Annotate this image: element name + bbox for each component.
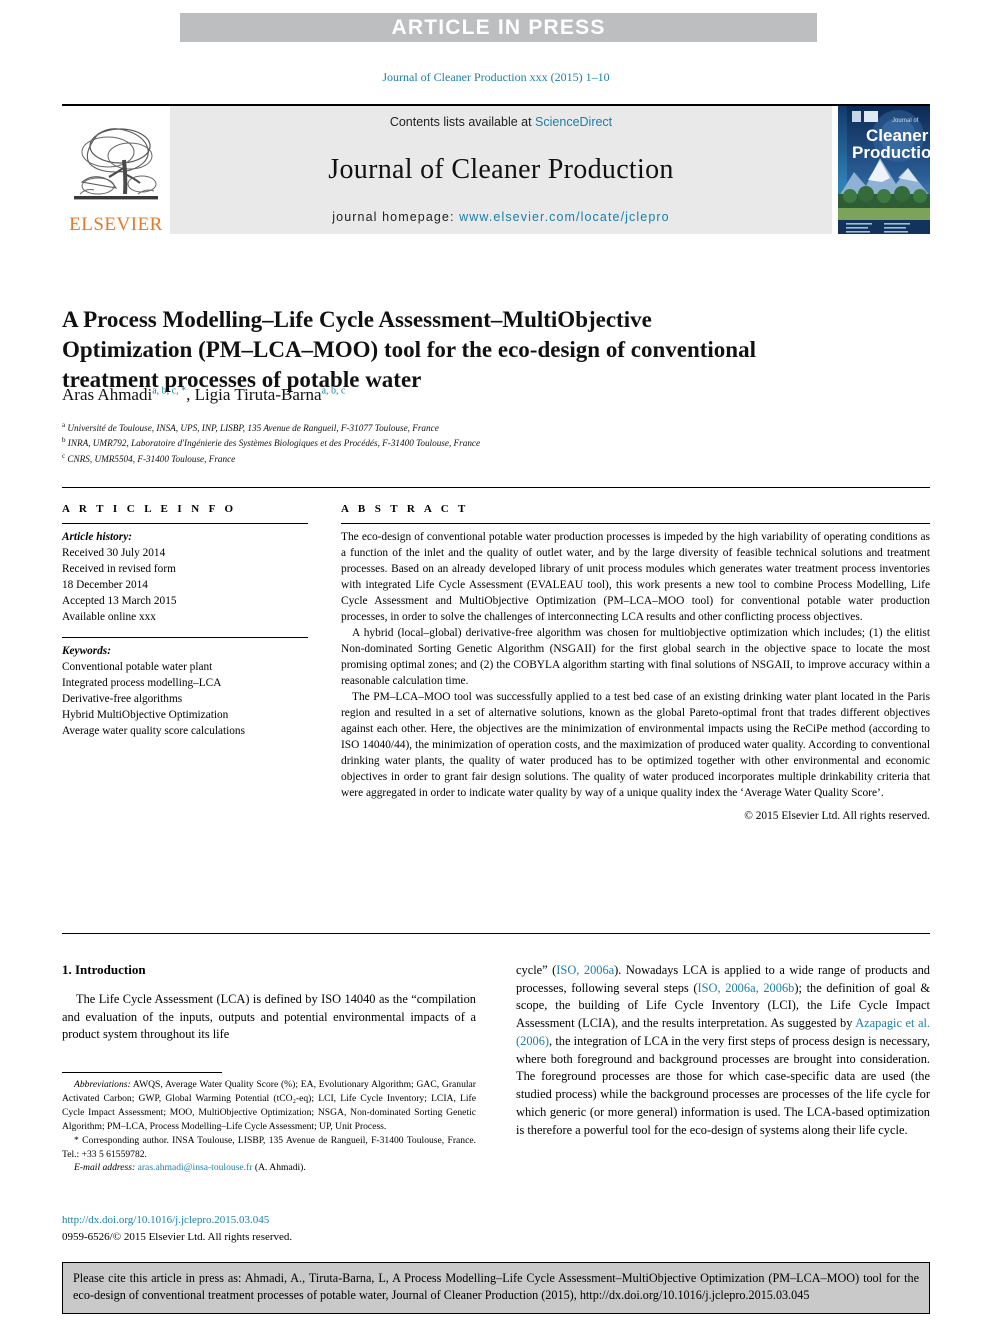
abstract-bottom-divider — [62, 933, 930, 934]
history-item: 18 December 2014 — [62, 579, 148, 592]
keyword-item: Derivative-free algorithms — [62, 693, 183, 706]
affiliation-marker-b: b — [62, 436, 66, 445]
affiliation-item: b INRA, UMR792, Laboratoire d'Ingénierie… — [62, 435, 762, 450]
page-title: A Process Modelling–Life Cycle Assessmen… — [62, 307, 756, 393]
keyword-item: Integrated process modelling–LCA — [62, 677, 222, 690]
citation-box: Please cite this article in press as: Ah… — [62, 1262, 930, 1314]
email-suffix: (A. Ahmadi). — [252, 1162, 306, 1174]
elsevier-wordmark: ELSEVIER — [69, 214, 163, 235]
email-footnote: E-mail address: aras.ahmadi@insa-toulous… — [62, 1161, 476, 1175]
abbreviations-footnote: Abbreviations: AWQS, Average Water Quali… — [62, 1078, 476, 1134]
elsevier-logo: ELSEVIER — [62, 106, 170, 234]
affiliation-text-c: CNRS, UMR5504, F-31400 Toulouse, France — [67, 453, 236, 464]
article-info-column: A R T I C L E I N F O Article history: R… — [62, 503, 308, 739]
keywords-label: Keywords: — [62, 645, 111, 658]
journal-title: Journal of Cleaner Production — [328, 153, 674, 185]
introduction-text-right: cycle” (ISO, 2006a). Nowadays LCA is app… — [516, 962, 930, 1139]
article-in-press-banner: ARTICLE IN PRESS — [180, 13, 817, 42]
intro-right-part4: , the integration of LCA in the very fir… — [516, 1033, 930, 1137]
affiliations-block: a Université de Toulouse, INSA, UPS, INP… — [62, 420, 762, 466]
issn-copyright-line: 0959-6526/© 2015 Elsevier Ltd. All right… — [62, 1230, 293, 1243]
introduction-text-left: The Life Cycle Assessment (LCA) is defin… — [62, 991, 476, 1044]
homepage-label: journal homepage: — [332, 210, 460, 224]
abstract-copyright: © 2015 Elsevier Ltd. All rights reserved… — [744, 810, 930, 823]
abstract-body: The eco-design of conventional potable w… — [341, 524, 930, 825]
abbreviations-label: Abbreviations: — [74, 1079, 131, 1090]
abstract-paragraph: The eco-design of conventional potable w… — [341, 531, 930, 623]
running-head: Journal of Cleaner Production xxx (2015)… — [382, 70, 610, 84]
body-column-right: cycle” (ISO, 2006a). Nowadays LCA is app… — [516, 962, 930, 1139]
email-link[interactable]: aras.ahmadi@insa-toulouse.fr — [138, 1162, 253, 1173]
homepage-url-link[interactable]: www.elsevier.com/locate/jclepro — [459, 210, 670, 224]
doi-link[interactable]: http://dx.doi.org/10.1016/j.jclepro.2015… — [62, 1212, 482, 1229]
svg-text:Journal of: Journal of — [892, 118, 919, 124]
abstract-paragraph: The PM–LCA–MOO tool was successfully app… — [341, 690, 930, 799]
intro-paragraph-left: The Life Cycle Assessment (LCA) is defin… — [62, 992, 476, 1042]
header-divider — [62, 487, 930, 488]
author-2-affiliation-markers[interactable]: a, b, c — [322, 385, 346, 396]
abstract-column: A B S T R A C T The eco-design of conven… — [341, 503, 930, 825]
svg-text:Production: Production — [852, 143, 930, 162]
email-label: E-mail address: — [74, 1162, 136, 1174]
keyword-item: Average water quality score calculations — [62, 725, 245, 738]
sciencedirect-link[interactable]: ScienceDirect — [535, 115, 612, 129]
journal-masthead: ELSEVIER Contents lists available at Sci… — [62, 104, 942, 236]
footnote-divider — [62, 1072, 222, 1073]
author-1-affiliation-markers[interactable]: a, b, c, * — [152, 385, 186, 396]
abstract-paragraph: A hybrid (local–global) derivative-free … — [341, 626, 930, 687]
author-name-2: Ligia Tiruta-Barna — [194, 385, 322, 404]
author-name-1: Aras Ahmadi — [62, 385, 153, 404]
history-item: Accepted 13 March 2015 — [62, 595, 177, 608]
doi-footer: http://dx.doi.org/10.1016/j.jclepro.2015… — [62, 1212, 482, 1245]
keyword-item: Hybrid MultiObjective Optimization — [62, 709, 229, 722]
affiliation-text-a: Université de Toulouse, INSA, UPS, INP, … — [67, 423, 439, 434]
citation-link-iso-2006ab[interactable]: ISO, 2006a, 2006b — [698, 981, 795, 995]
body-column-left: 1. Introduction The Life Cycle Assessmen… — [62, 962, 476, 1044]
footnotes-block: Abbreviations: AWQS, Average Water Quali… — [62, 1078, 476, 1175]
journal-homepage-line: journal homepage: www.elsevier.com/locat… — [332, 210, 669, 224]
affiliation-item: a Université de Toulouse, INSA, UPS, INP… — [62, 420, 762, 435]
contents-available-line: Contents lists available at ScienceDirec… — [390, 115, 612, 129]
article-in-press-label: ARTICLE IN PRESS — [391, 15, 606, 39]
section-heading-introduction: 1. Introduction — [62, 962, 146, 977]
citation-link-iso-2006a[interactable]: ISO, 2006a — [556, 963, 614, 977]
article-info-heading: A R T I C L E I N F O — [62, 503, 237, 515]
affiliation-item: c CNRS, UMR5504, F-31400 Toulouse, Franc… — [62, 451, 762, 466]
elsevier-tree-icon — [74, 128, 158, 200]
history-item: Available online xxx — [62, 611, 156, 624]
article-history-block: Article history: Received 30 July 2014 R… — [62, 524, 308, 625]
abstract-heading: A B S T R A C T — [341, 503, 469, 515]
article-history-label: Article history: — [62, 531, 132, 543]
intro-right-part1: cycle” ( — [516, 963, 557, 977]
intro-paragraph-right: cycle” (ISO, 2006a). Nowadays LCA is app… — [516, 962, 930, 1139]
history-item: Received in revised form — [62, 563, 176, 576]
author-list: Aras Ahmadia, b, c, *, Ligia Tiruta-Barn… — [62, 385, 346, 404]
journal-cover-thumbnail: Journal of Cleaner Production — [838, 106, 942, 234]
history-item: Received 30 July 2014 — [62, 547, 166, 560]
cover-image: Journal of Cleaner Production — [838, 106, 942, 234]
affiliation-marker-a: a — [62, 421, 66, 429]
keywords-block: Keywords: Conventional potable water pla… — [62, 638, 308, 739]
contents-prefix: Contents lists available at — [389, 115, 536, 129]
corresponding-author-footnote: * Corresponding author. INSA Toulouse, L… — [62, 1134, 476, 1160]
keyword-item: Conventional potable water plant — [62, 661, 213, 674]
affiliation-text-b: INRA, UMR792, Laboratoire d'Ingénierie d… — [67, 438, 481, 449]
masthead-center-panel: Contents lists available at ScienceDirec… — [170, 106, 832, 234]
affiliation-marker-c: c — [62, 451, 66, 460]
